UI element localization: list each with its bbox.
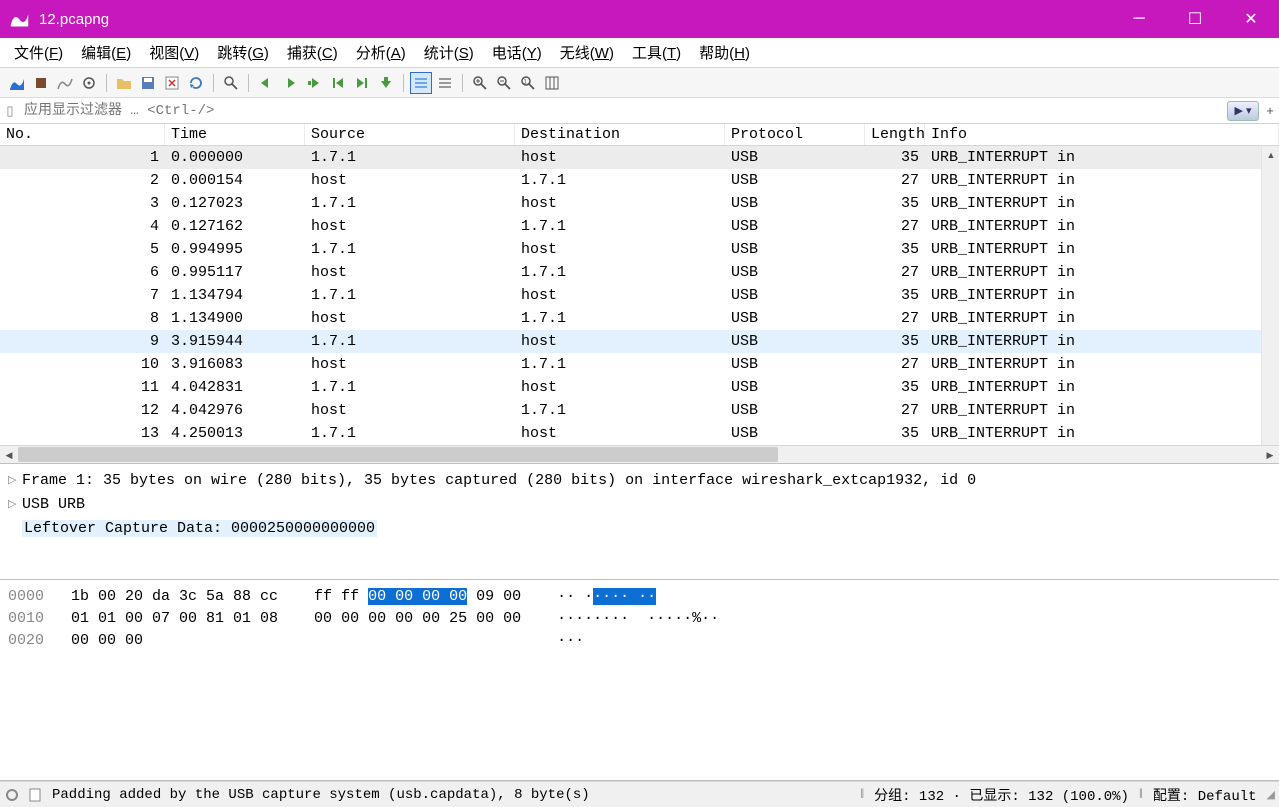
zoom-reset-button[interactable]: 1 bbox=[517, 72, 539, 94]
expert-info-icon[interactable] bbox=[6, 789, 18, 801]
go-forward-button[interactable] bbox=[279, 72, 301, 94]
packet-row[interactable]: 10.0000001.7.1hostUSB35URB_INTERRUPT in bbox=[0, 146, 1279, 169]
menu-视图V[interactable]: 视图(V) bbox=[141, 39, 207, 66]
packet-row[interactable]: 81.134900host1.7.1USB27URB_INTERRUPT in bbox=[0, 307, 1279, 330]
zoom-in-button[interactable] bbox=[469, 72, 491, 94]
column-header-time[interactable]: Time bbox=[165, 124, 305, 145]
stop-capture-button[interactable] bbox=[30, 72, 52, 94]
packet-bytes-pane[interactable]: 0000 1b 00 20 da 3c 5a 88 cc ff ff 00 00… bbox=[0, 580, 1279, 781]
menu-分析A[interactable]: 分析(A) bbox=[348, 39, 414, 66]
capture-options-button[interactable] bbox=[78, 72, 100, 94]
menu-文件F[interactable]: 文件(F) bbox=[6, 39, 71, 66]
go-back-button[interactable] bbox=[255, 72, 277, 94]
status-packets: 分组: 132 · 已显示: 132 (100.0%) bbox=[874, 785, 1129, 805]
toolbar: 1 bbox=[0, 68, 1279, 98]
hex-row[interactable]: 0000 1b 00 20 da 3c 5a 88 cc ff ff 00 00… bbox=[8, 586, 1271, 608]
packet-list-header: No. Time Source Destination Protocol Len… bbox=[0, 124, 1279, 146]
add-filter-button[interactable]: + bbox=[1261, 103, 1279, 118]
packet-row[interactable]: 134.2500131.7.1hostUSB35URB_INTERRUPT in bbox=[0, 422, 1279, 445]
maximize-button[interactable]: ☐ bbox=[1167, 0, 1223, 38]
menubar: 文件(F)编辑(E)视图(V)跳转(G)捕获(C)分析(A)统计(S)电话(Y)… bbox=[0, 38, 1279, 68]
save-file-button[interactable] bbox=[137, 72, 159, 94]
packet-row[interactable]: 60.995117host1.7.1USB27URB_INTERRUPT in bbox=[0, 261, 1279, 284]
packet-row[interactable]: 20.000154host1.7.1USB27URB_INTERRUPT in bbox=[0, 169, 1279, 192]
packet-row[interactable]: 124.042976host1.7.1USB27URB_INTERRUPT in bbox=[0, 399, 1279, 422]
status-text: Padding added by the USB capture system … bbox=[52, 787, 590, 803]
colorize-button[interactable] bbox=[410, 72, 432, 94]
packet-row[interactable]: 71.1347941.7.1hostUSB35URB_INTERRUPT in bbox=[0, 284, 1279, 307]
vertical-scrollbar[interactable]: ▲ bbox=[1261, 146, 1279, 445]
menu-无线W[interactable]: 无线(W) bbox=[552, 39, 622, 66]
tree-frame[interactable]: ▷Frame 1: 35 bytes on wire (280 bits), 3… bbox=[8, 468, 1271, 492]
packet-row[interactable]: 40.127162host1.7.1USB27URB_INTERRUPT in bbox=[0, 215, 1279, 238]
packet-list-body[interactable]: 10.0000001.7.1hostUSB35URB_INTERRUPT in2… bbox=[0, 146, 1279, 445]
resize-grip-icon[interactable]: ◢ bbox=[1267, 788, 1273, 802]
close-button[interactable]: ✕ bbox=[1223, 0, 1279, 38]
packet-row[interactable]: 50.9949951.7.1hostUSB35URB_INTERRUPT in bbox=[0, 238, 1279, 261]
titlebar: 12.pcapng ─ ☐ ✕ bbox=[0, 0, 1279, 38]
menu-帮助H[interactable]: 帮助(H) bbox=[691, 39, 758, 66]
tree-leftover-data[interactable]: Leftover Capture Data: 0000250000000000 bbox=[8, 516, 1271, 540]
menu-捕获C[interactable]: 捕获(C) bbox=[279, 39, 346, 66]
restart-capture-button[interactable] bbox=[54, 72, 76, 94]
bookmark-icon[interactable]: ▯ bbox=[0, 103, 20, 119]
column-header-no[interactable]: No. bbox=[0, 124, 165, 145]
display-filter-bar: ▯ ▶ ▾ + bbox=[0, 98, 1279, 124]
close-file-button[interactable] bbox=[161, 72, 183, 94]
column-header-destination[interactable]: Destination bbox=[515, 124, 725, 145]
open-file-button[interactable] bbox=[113, 72, 135, 94]
auto-scroll-live-button[interactable] bbox=[434, 72, 456, 94]
horizontal-scrollbar[interactable]: ◀ ▶ bbox=[0, 445, 1279, 463]
hex-row[interactable]: 0020 00 00 00 ··· bbox=[8, 630, 1271, 652]
packet-list-pane: No. Time Source Destination Protocol Len… bbox=[0, 124, 1279, 464]
window-title: 12.pcapng bbox=[39, 11, 1111, 28]
packet-row[interactable]: 114.0428311.7.1hostUSB35URB_INTERRUPT in bbox=[0, 376, 1279, 399]
column-header-info[interactable]: Info bbox=[925, 124, 1279, 145]
zoom-out-button[interactable] bbox=[493, 72, 515, 94]
menu-工具T[interactable]: 工具(T) bbox=[624, 39, 689, 66]
status-profile[interactable]: 配置: Default bbox=[1153, 785, 1257, 805]
menu-编辑E[interactable]: 编辑(E) bbox=[73, 39, 139, 66]
column-header-source[interactable]: Source bbox=[305, 124, 515, 145]
status-bar: Padding added by the USB capture system … bbox=[0, 781, 1279, 807]
menu-跳转G[interactable]: 跳转(G) bbox=[209, 39, 277, 66]
scrollbar-thumb[interactable] bbox=[18, 447, 778, 462]
wireshark-logo-icon bbox=[9, 9, 30, 30]
packet-row[interactable]: 30.1270231.7.1hostUSB35URB_INTERRUPT in bbox=[0, 192, 1279, 215]
go-first-button[interactable] bbox=[327, 72, 349, 94]
go-last-button[interactable] bbox=[351, 72, 373, 94]
expand-icon[interactable]: ▷ bbox=[8, 473, 22, 487]
packet-details-pane[interactable]: ▷Frame 1: 35 bytes on wire (280 bits), 3… bbox=[0, 464, 1279, 580]
start-capture-button[interactable] bbox=[6, 72, 28, 94]
packet-row[interactable]: 103.916083host1.7.1USB27URB_INTERRUPT in bbox=[0, 353, 1279, 376]
menu-统计S[interactable]: 统计(S) bbox=[416, 39, 482, 66]
find-packet-button[interactable] bbox=[220, 72, 242, 94]
go-to-packet-button[interactable] bbox=[303, 72, 325, 94]
capture-file-icon[interactable] bbox=[28, 788, 42, 802]
expand-icon[interactable]: ▷ bbox=[8, 497, 22, 511]
column-header-protocol[interactable]: Protocol bbox=[725, 124, 865, 145]
apply-filter-button[interactable]: ▶ ▾ bbox=[1227, 101, 1259, 121]
tree-usb-urb[interactable]: ▷USB URB bbox=[8, 492, 1271, 516]
minimize-button[interactable]: ─ bbox=[1111, 0, 1167, 38]
reload-button[interactable] bbox=[185, 72, 207, 94]
packet-row[interactable]: 93.9159441.7.1hostUSB35URB_INTERRUPT in bbox=[0, 330, 1279, 353]
menu-电话Y[interactable]: 电话(Y) bbox=[484, 39, 550, 66]
column-header-length[interactable]: Length bbox=[865, 124, 925, 145]
display-filter-input[interactable] bbox=[20, 99, 1227, 123]
resize-columns-button[interactable] bbox=[541, 72, 563, 94]
auto-scroll-button[interactable] bbox=[375, 72, 397, 94]
hex-row[interactable]: 0010 01 01 00 07 00 81 01 08 00 00 00 00… bbox=[8, 608, 1271, 630]
